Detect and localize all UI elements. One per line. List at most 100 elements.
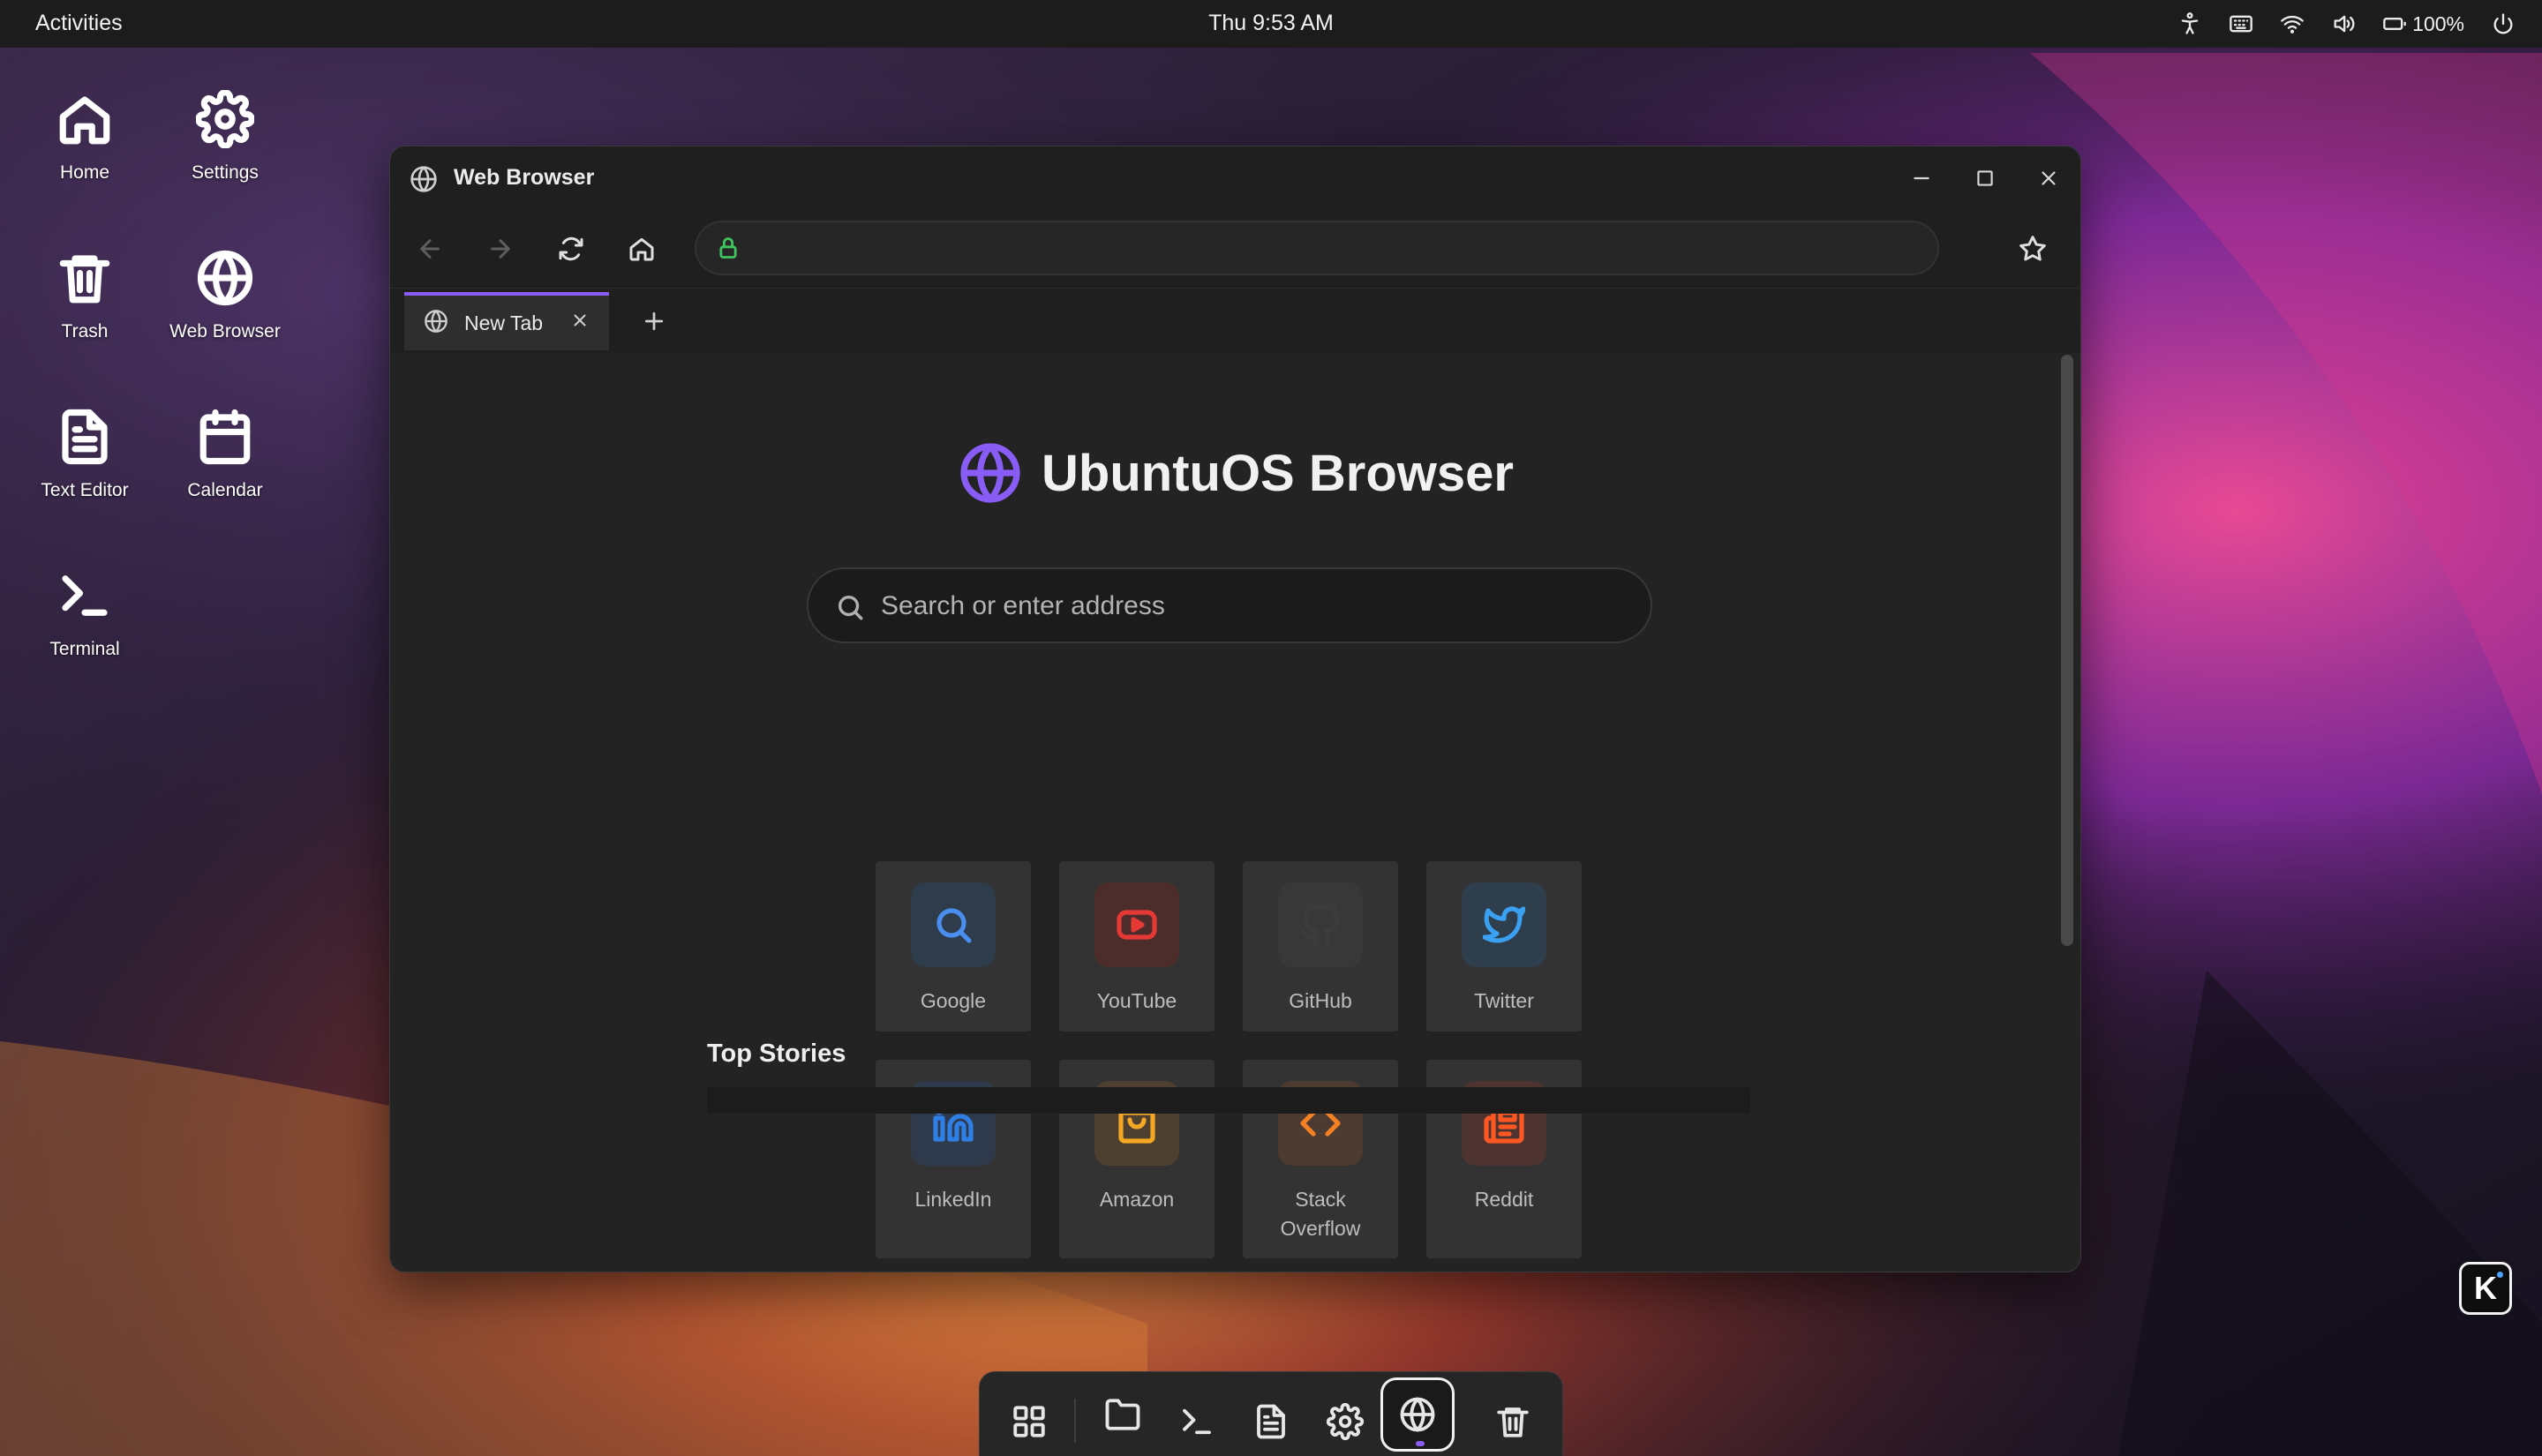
keyboard-icon[interactable] [2229, 11, 2253, 36]
lock-icon [719, 237, 737, 259]
globe-icon [197, 250, 253, 306]
search-box[interactable] [807, 567, 1652, 643]
activities-button[interactable]: Activities [35, 11, 123, 36]
battery-icon [2383, 18, 2407, 30]
twitter-icon [1483, 906, 1525, 943]
tab-close-button[interactable] [570, 311, 590, 334]
dock-trash[interactable] [1476, 1385, 1550, 1456]
new-tab-button[interactable] [634, 301, 674, 341]
minimize-button[interactable] [1902, 159, 1941, 198]
battery-indicator[interactable]: 100% [2382, 11, 2464, 36]
calendar-icon [199, 409, 251, 465]
dock-text-editor[interactable] [1234, 1385, 1308, 1456]
shortcut-label: YouTube [1096, 989, 1177, 1012]
power-icon[interactable] [2491, 11, 2516, 36]
home-icon [59, 96, 110, 145]
desktop-icon-label: Terminal [49, 639, 120, 659]
wifi-icon[interactable] [2280, 11, 2305, 36]
maximize-button[interactable] [1966, 159, 2004, 198]
star-icon [2019, 236, 2046, 261]
top-bar: Activities Thu 9:53 AM 100% [0, 0, 2542, 48]
trash-icon [1497, 1407, 1529, 1437]
url-input[interactable] [753, 229, 1918, 268]
shortcut-label: GitHub [1289, 989, 1352, 1012]
dock-settings[interactable] [1308, 1385, 1382, 1456]
shortcut-label: Twitter [1474, 989, 1534, 1012]
accessibility-icon[interactable] [2177, 11, 2202, 36]
reload-button[interactable] [550, 228, 592, 270]
globe-icon [404, 309, 448, 338]
forward-button[interactable] [479, 228, 522, 270]
plus-icon [644, 311, 664, 331]
address-bar[interactable] [695, 221, 1939, 275]
scrollbar-thumb[interactable] [2061, 355, 2073, 946]
shortcut-label: LinkedIn [914, 1188, 992, 1211]
k-app-badge[interactable]: K [2459, 1262, 2512, 1315]
shortcut-github[interactable]: GitHub [1243, 861, 1398, 1032]
bookmark-button[interactable] [2012, 228, 2054, 270]
running-indicator [1416, 1441, 1425, 1446]
clock[interactable]: Thu 9:53 AM [1208, 11, 1334, 35]
terminal-icon [62, 575, 108, 616]
desktop-icon-settings[interactable]: Settings [159, 90, 291, 184]
tab-label: New Tab [464, 311, 544, 334]
globe-icon [960, 443, 1020, 503]
search-input[interactable] [881, 585, 1622, 627]
shortcut-label: Amazon [1099, 1188, 1175, 1211]
document-icon [62, 409, 108, 465]
battery-percent: 100% [2412, 11, 2464, 35]
home-button[interactable] [620, 228, 663, 270]
top-stories-heading: Top Stories [707, 1039, 846, 1068]
maximize-icon [1977, 170, 1993, 186]
home-icon [629, 237, 654, 261]
badge-dot [2497, 1272, 2503, 1278]
arrow-right-icon [491, 239, 510, 259]
folder-icon [1105, 1399, 1140, 1430]
reload-icon [559, 236, 583, 261]
window-titlebar[interactable]: Web Browser [390, 146, 2080, 210]
scrollbar[interactable] [2059, 353, 2073, 1272]
shortcut-twitter[interactable]: Twitter [1426, 861, 1582, 1032]
desktop-icon-calendar[interactable]: Calendar [159, 408, 291, 501]
desktop-icon-terminal[interactable]: Terminal [19, 567, 151, 660]
web-browser-window[interactable]: Web Browser New Tab UbuntuOS Browser Sea… [389, 146, 2081, 1272]
dock-files[interactable] [1086, 1377, 1160, 1452]
github-icon [1300, 904, 1340, 945]
brand-title: UbuntuOS Browser [1042, 444, 1514, 502]
minimize-icon [1914, 176, 1929, 180]
dock-terminal[interactable] [1160, 1385, 1234, 1456]
dock-separator [1074, 1399, 1076, 1443]
desktop-icon-web-browser[interactable]: Web Browser [159, 249, 291, 342]
system-tray[interactable]: 100% [2177, 0, 2516, 48]
gear-icon [1327, 1403, 1364, 1440]
document-icon [1257, 1404, 1285, 1439]
app-grid-icon [1013, 1406, 1045, 1437]
volume-icon[interactable] [2331, 11, 2356, 36]
desktop-icon-text-editor[interactable]: Text Editor [19, 408, 151, 501]
new-tab-page[interactable]: UbuntuOS Browser Google YouTube GitHub T… [390, 353, 2080, 1272]
dock [979, 1371, 1563, 1456]
globe-icon [1400, 1397, 1435, 1432]
dock-app-grid[interactable] [992, 1385, 1066, 1456]
desktop-icon-home[interactable]: Home [19, 90, 151, 184]
terminal-icon [1183, 1408, 1211, 1435]
close-button[interactable] [2029, 159, 2068, 198]
tab-new-tab[interactable]: New Tab [404, 292, 609, 350]
trash-icon [59, 255, 110, 304]
desktop-icon-label: Web Browser [169, 321, 281, 341]
arrow-left-icon [420, 239, 440, 259]
close-icon [2042, 171, 2056, 185]
desktop-icon-label: Text Editor [41, 480, 129, 500]
back-button[interactable] [409, 228, 451, 270]
close-icon [574, 314, 586, 326]
top-stories-panel [707, 1087, 1750, 1114]
desktop-icon-label: Home [59, 162, 110, 183]
shortcut-label: Reddit [1474, 1188, 1534, 1211]
browser-brand: UbuntuOS Browser [390, 441, 2080, 505]
k-badge-letter: K [2474, 1270, 2497, 1306]
desktop-icon-trash[interactable]: Trash [19, 249, 151, 342]
dock-web-browser[interactable] [1380, 1377, 1455, 1452]
desktop-icon-label: Settings [192, 162, 259, 183]
shortcut-youtube[interactable]: YouTube [1059, 861, 1215, 1032]
shortcut-google[interactable]: Google [876, 861, 1031, 1032]
